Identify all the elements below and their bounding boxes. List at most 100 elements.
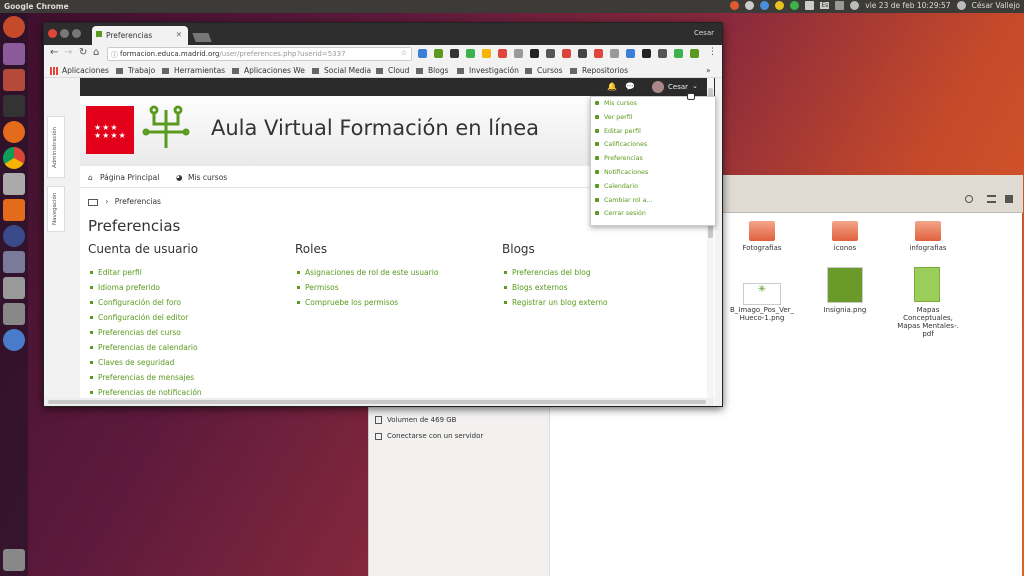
extension-icon[interactable] — [546, 49, 555, 58]
software-center-app-icon[interactable] — [3, 199, 25, 221]
chevron-down-icon[interactable]: ⌄ — [692, 82, 698, 90]
mail-indicator-icon[interactable] — [745, 1, 755, 10]
chrome-indicator-icon[interactable] — [775, 1, 785, 10]
back-button[interactable]: ← — [50, 47, 58, 58]
dash-icon[interactable] — [3, 16, 25, 38]
folder-icon[interactable] — [915, 221, 941, 241]
bookmark-investigacion[interactable]: Investigación — [469, 66, 519, 75]
drive-icon[interactable] — [3, 277, 25, 299]
files-app-icon[interactable] — [3, 43, 25, 65]
session-user[interactable]: César Vallejo — [972, 1, 1020, 10]
extension-icon[interactable] — [514, 49, 523, 58]
close-window-button[interactable] — [48, 29, 57, 38]
power-icon[interactable] — [956, 1, 966, 10]
pref-link[interactable]: Configuración del foro — [88, 298, 202, 313]
minimize-window-button[interactable] — [60, 29, 69, 38]
bookmark-repositorios[interactable]: Repositorios — [582, 66, 628, 75]
sidebar-connect-server[interactable]: Conectarse con un servidor — [375, 432, 483, 440]
bookmarks-overflow[interactable]: » — [706, 66, 711, 75]
extension-icon[interactable] — [498, 49, 507, 58]
horizontal-scrollbar[interactable] — [44, 398, 714, 406]
pref-link[interactable]: Configuración del editor — [88, 313, 202, 328]
home-button[interactable]: ⌂ — [93, 47, 99, 58]
maximize-window-button[interactable] — [72, 29, 81, 38]
user-menu-name[interactable]: Cesar — [668, 83, 688, 91]
extension-icon[interactable] — [658, 49, 667, 58]
extension-icon[interactable] — [594, 49, 603, 58]
extension-icon[interactable] — [466, 49, 475, 58]
extension-icon[interactable] — [530, 49, 539, 58]
bookmark-blogs[interactable]: Blogs — [428, 66, 449, 75]
pref-link[interactable]: Claves de seguridad — [88, 358, 202, 373]
extension-icon[interactable] — [450, 49, 459, 58]
reload-button[interactable]: ↻ — [79, 47, 87, 58]
pref-link[interactable]: Preferencias de calendario — [88, 343, 202, 358]
bookmark-social-media[interactable]: Social Media — [324, 66, 371, 75]
pref-link[interactable]: Preferencias de mensajes — [88, 373, 202, 388]
insignia-image-thumbnail[interactable] — [827, 267, 863, 303]
bookmark-herramientas[interactable]: Herramientas — [174, 66, 225, 75]
messages-icon[interactable]: 💬 — [625, 82, 635, 91]
chrome-app-icon[interactable] — [3, 147, 25, 169]
menu-icon[interactable] — [1005, 195, 1013, 203]
search-icon[interactable] — [965, 195, 973, 203]
app-launcher-icon-9[interactable] — [3, 251, 25, 273]
menu-item[interactable]: Editar perfil — [591, 125, 715, 139]
pref-link[interactable]: Permisos — [295, 283, 438, 298]
menu-item[interactable]: Cambiar rol a... — [591, 194, 715, 208]
firefox-app-icon[interactable] — [3, 121, 25, 143]
app-indicator-icon[interactable] — [730, 1, 740, 10]
close-tab-icon[interactable]: ✕ — [176, 30, 182, 39]
drive-icon-2[interactable] — [3, 303, 25, 325]
extension-icon[interactable] — [418, 49, 427, 58]
extension-icon[interactable] — [482, 49, 491, 58]
extension-icon[interactable] — [690, 49, 699, 58]
bookmark-aplicaciones[interactable]: Aplicaciones — [62, 66, 109, 75]
pref-link[interactable]: Preferencias del curso — [88, 328, 202, 343]
nav-mis-cursos[interactable]: Mis cursos — [188, 173, 227, 182]
list-view-icon[interactable] — [987, 195, 996, 203]
crif-image-thumbnail[interactable]: ✳ — [743, 283, 781, 305]
bookmark-cloud[interactable]: Cloud — [388, 66, 409, 75]
chat-indicator-icon[interactable] — [760, 1, 770, 10]
bookmark-cursos[interactable]: Cursos — [537, 66, 562, 75]
folder-icon[interactable] — [749, 221, 775, 241]
dock-administracion[interactable]: Administración — [47, 116, 65, 178]
app-launcher-icon-12[interactable] — [3, 329, 25, 351]
dock-navegacion[interactable]: Navegación — [47, 186, 65, 232]
bookmark-aplicaciones-web[interactable]: Aplicaciones We — [244, 66, 305, 75]
sidebar-volume[interactable]: Volumen de 469 GB — [375, 416, 456, 424]
menu-item[interactable]: Notificaciones — [591, 166, 715, 180]
extension-icon[interactable] — [626, 49, 635, 58]
text-editor-app-icon[interactable] — [3, 173, 25, 195]
folder-icon[interactable] — [832, 221, 858, 241]
extension-icon[interactable] — [642, 49, 651, 58]
info-icon[interactable]: ⓘ — [111, 50, 118, 60]
nav-pagina-principal[interactable]: Página Principal — [100, 173, 159, 182]
extension-icon[interactable] — [562, 49, 571, 58]
pref-link[interactable]: Registrar un blog externo — [502, 298, 608, 313]
pref-link[interactable]: Blogs externos — [502, 283, 608, 298]
extension-icon[interactable] — [578, 49, 587, 58]
menu-item[interactable]: Cerrar sesión — [591, 207, 715, 221]
trash-icon[interactable] — [3, 549, 25, 571]
chrome-menu-icon[interactable]: ⋮ — [708, 47, 717, 57]
pdf-file-icon[interactable] — [914, 267, 940, 302]
terminal-app-icon[interactable] — [3, 95, 25, 117]
profile-name[interactable]: Cesar — [694, 29, 714, 37]
bookmark-star-icon[interactable]: ☆ — [401, 49, 407, 57]
menu-item[interactable]: Preferencias — [591, 152, 715, 166]
battery-icon[interactable] — [835, 1, 845, 10]
pref-link[interactable]: Editar perfil — [88, 268, 202, 283]
folder-open-icon[interactable] — [88, 198, 98, 206]
forward-button[interactable]: → — [64, 47, 72, 58]
menu-item[interactable]: Calendario — [591, 180, 715, 194]
settings-app-icon[interactable] — [3, 69, 25, 91]
notifications-bell-icon[interactable]: 🔔 — [607, 82, 617, 91]
pref-link[interactable]: Compruebe los permisos — [295, 298, 438, 313]
address-bar[interactable]: ⓘ formacion.educa.madrid.org/user/prefer… — [107, 47, 412, 61]
scrollbar-thumb[interactable] — [48, 400, 706, 404]
volume-icon[interactable] — [850, 1, 860, 10]
menu-item[interactable]: Mis cursos — [591, 97, 715, 111]
clock[interactable]: vie 23 de feb 10:29:57 — [865, 1, 950, 10]
